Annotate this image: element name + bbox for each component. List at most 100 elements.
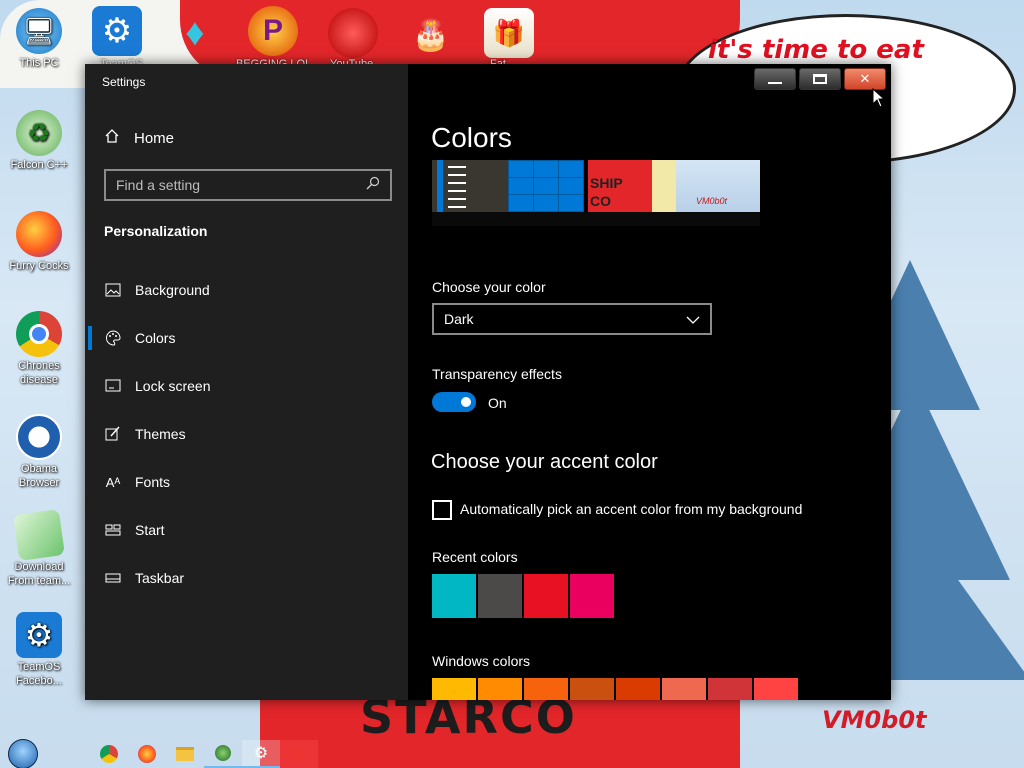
- font-icon: Aᴬ: [105, 474, 121, 490]
- desktop-icon-label: Download From team...: [7, 561, 71, 587]
- lock-screen-icon: [105, 378, 121, 394]
- desktop-icon-this-pc[interactable]: 🖥 This PC: [1, 8, 77, 70]
- picture-icon: [105, 282, 121, 298]
- preview-start-menu: [432, 160, 508, 212]
- wallpaper-signature: VM0b0t: [822, 706, 927, 734]
- gear-icon[interactable]: ⚙: [92, 6, 142, 56]
- gear-icon: ⚙: [253, 745, 269, 762]
- color-swatch[interactable]: [570, 678, 614, 700]
- desktop-icon-label: Furry Cocks: [9, 260, 69, 272]
- color-swatch[interactable]: [754, 678, 798, 700]
- taskbar-firefox[interactable]: [128, 740, 166, 768]
- desktop-icon-obama-browser[interactable]: Obama Browser: [1, 414, 77, 490]
- desktop-icon-firefox[interactable]: Furry Cocks: [1, 211, 77, 273]
- windows-colors-label: Windows colors: [432, 653, 531, 669]
- desktop-icon-label: Chrones disease: [18, 360, 60, 386]
- desktop-icon-label: Falcon C++: [10, 159, 68, 171]
- choose-color-label: Choose your color: [432, 279, 546, 295]
- preview-tile-text: SHIP: [590, 175, 623, 191]
- obama-logo-icon: [16, 414, 62, 460]
- recent-colors: [432, 574, 614, 618]
- preview-watermark: VM0b0t: [696, 196, 728, 206]
- desktop-icon-label: Obama Browser: [18, 463, 60, 489]
- mouse-cursor-icon: [872, 87, 886, 113]
- sidebar-item-lock-screen[interactable]: Lock screen: [85, 362, 408, 410]
- choose-color-value: Dark: [444, 311, 474, 327]
- desktop-icon-download[interactable]: Download From team...: [1, 509, 77, 588]
- home-icon: [104, 128, 120, 148]
- search-input[interactable]: [116, 177, 366, 193]
- settings-content: Colors SHIP CO VM0b0t Choose your color …: [408, 64, 891, 700]
- color-swatch[interactable]: [570, 574, 614, 618]
- brush-icon: [105, 426, 121, 442]
- monitor-icon: 🖥: [16, 8, 62, 54]
- chevron-down-icon: [686, 311, 700, 327]
- folder-icon: [176, 747, 194, 761]
- taskbar-app[interactable]: [280, 740, 318, 768]
- gift-box-icon[interactable]: 🎁: [484, 8, 534, 58]
- color-swatch[interactable]: [708, 678, 752, 700]
- sidebar-item-fonts[interactable]: Aᴬ Fonts: [85, 458, 408, 506]
- diamond-icon[interactable]: ♦: [170, 8, 220, 58]
- chrome-icon: [16, 311, 62, 357]
- search-icon[interactable]: [366, 176, 380, 195]
- color-swatch[interactable]: [524, 574, 568, 618]
- windows-colors: [432, 678, 798, 700]
- desktop-icon-teamos[interactable]: ⚙ TeamOS Facebo...: [1, 612, 77, 688]
- palette-icon: [105, 330, 121, 346]
- sidebar-item-label: Themes: [135, 426, 186, 442]
- desktop-icon-falcon[interactable]: ♻ Falcon C++: [1, 110, 77, 172]
- taskbar-app[interactable]: [204, 740, 242, 768]
- start-grid-icon: [105, 522, 121, 538]
- preview-wallpaper-red: SHIP CO: [588, 160, 652, 212]
- desktop-icon-chrome[interactable]: Chrones disease: [1, 311, 77, 387]
- preview-tiles: [508, 160, 584, 212]
- sidebar-item-label: Background: [135, 282, 210, 298]
- color-swatch[interactable]: [478, 574, 522, 618]
- theme-preview: SHIP CO VM0b0t: [432, 160, 762, 226]
- page-title: Colors: [431, 122, 512, 153]
- transparency-toggle[interactable]: [432, 392, 476, 412]
- taskbar-file-explorer[interactable]: [166, 740, 204, 768]
- transparency-state: On: [488, 395, 507, 411]
- sidebar-item-colors[interactable]: Colors: [85, 314, 408, 362]
- sidebar-item-label: Start: [135, 522, 165, 538]
- sidebar-item-label: Fonts: [135, 474, 171, 490]
- color-swatch[interactable]: [662, 678, 706, 700]
- color-swatch[interactable]: [524, 678, 568, 700]
- choose-color-dropdown[interactable]: Dark: [432, 303, 712, 335]
- auto-accent-label: Automatically pick an accent color from …: [460, 501, 803, 517]
- sidebar-item-themes[interactable]: Themes: [85, 410, 408, 458]
- color-swatch[interactable]: [478, 678, 522, 700]
- search-box[interactable]: [104, 169, 392, 201]
- color-swatch[interactable]: [432, 574, 476, 618]
- section-heading: Personalization: [104, 223, 208, 239]
- taskbar: ⚙: [0, 738, 1024, 768]
- preview-wallpaper-snow: VM0b0t: [676, 160, 760, 212]
- firefox-icon: [138, 745, 156, 763]
- chrome-icon: [100, 745, 118, 763]
- nav-home-label: Home: [134, 129, 175, 147]
- cake-icon[interactable]: 🎂: [406, 10, 456, 60]
- taskbar-settings[interactable]: ⚙: [242, 740, 280, 768]
- p-logo-icon[interactable]: P: [248, 6, 298, 56]
- color-swatch[interactable]: [432, 678, 476, 700]
- firefox-icon: [16, 211, 62, 257]
- sidebar-item-taskbar[interactable]: Taskbar: [85, 554, 408, 602]
- taskbar-chrome[interactable]: [90, 740, 128, 768]
- auto-accent-checkbox[interactable]: [432, 500, 452, 520]
- nav-home[interactable]: Home: [104, 128, 174, 148]
- window-title: Settings: [102, 75, 146, 89]
- angry-bird-icon[interactable]: [328, 8, 378, 58]
- notepad-icon: [13, 509, 65, 561]
- gear-icon: ⚙: [16, 612, 62, 658]
- sidebar-item-start[interactable]: Start: [85, 506, 408, 554]
- preview-tile-text: CO: [590, 193, 611, 209]
- preview-taskbar: [432, 212, 760, 226]
- start-button[interactable]: [4, 739, 42, 768]
- sidebar-item-label: Colors: [135, 330, 176, 346]
- app-icon: [292, 747, 306, 761]
- taskbar-icon: [105, 570, 121, 586]
- color-swatch[interactable]: [616, 678, 660, 700]
- sidebar-item-background[interactable]: Background: [85, 266, 408, 314]
